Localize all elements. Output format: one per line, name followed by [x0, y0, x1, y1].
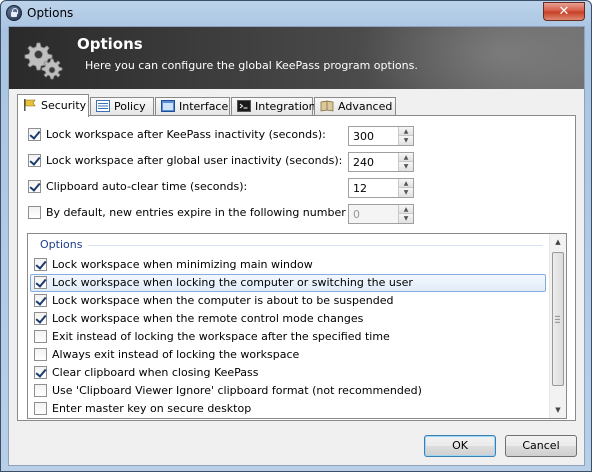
- list-item[interactable]: Lock workspace when minimizing main wind…: [30, 256, 546, 274]
- integration-console-icon: [237, 100, 251, 112]
- list-item[interactable]: Use 'Clipboard Viewer Ignore' clipboard …: [30, 382, 546, 400]
- spin-down-icon: ▼: [399, 214, 413, 223]
- scroll-down-icon[interactable]: ▼: [550, 402, 566, 418]
- item-checkbox[interactable]: [34, 258, 47, 271]
- tab-policy[interactable]: Policy: [90, 97, 154, 116]
- banner-description: Here you can configure the global KeePas…: [85, 59, 418, 72]
- expiry-days-spinner: 0 ▲ ▼: [348, 204, 414, 224]
- setting-label: Lock workspace after global user inactiv…: [46, 154, 343, 167]
- setting-label: By default, new entries expire in the fo…: [46, 206, 393, 219]
- item-checkbox[interactable]: [34, 402, 47, 415]
- list-item[interactable]: Clear clipboard when closing KeePass: [30, 364, 546, 382]
- spinner-value: 0: [353, 208, 360, 221]
- options-group-header: Options: [40, 238, 83, 251]
- spin-up-icon: ▲: [399, 205, 413, 214]
- title-bar[interactable]: Options ✕: [1, 1, 591, 26]
- gears-icon: [24, 42, 63, 80]
- grip-icon: ─ ─ ─: [555, 312, 560, 327]
- tab-security[interactable]: Security: [17, 94, 89, 117]
- group-header-divider: [88, 245, 543, 246]
- tab-advanced[interactable]: Advanced: [314, 97, 396, 116]
- list-item[interactable]: Lock workspace when the remote control m…: [30, 310, 546, 328]
- interface-window-icon: [161, 100, 175, 112]
- item-checkbox[interactable]: [34, 330, 47, 343]
- item-checkbox[interactable]: [34, 312, 47, 325]
- ok-button[interactable]: OK: [424, 435, 496, 457]
- global-inactivity-spinner[interactable]: 240 ▲ ▼: [348, 152, 414, 172]
- list-item[interactable]: Always exit instead of locking the works…: [30, 346, 546, 364]
- tab-policy-label: Policy: [114, 100, 146, 113]
- setting-checkbox[interactable]: [28, 180, 41, 193]
- item-label: Always exit instead of locking the works…: [52, 348, 300, 361]
- options-window: Options ✕ Options Here you can configure…: [0, 0, 592, 472]
- item-label: Lock workspace when minimizing main wind…: [52, 258, 313, 271]
- policy-list-icon: [96, 100, 110, 112]
- spin-up-icon[interactable]: ▲: [399, 179, 413, 188]
- setting-row[interactable]: Clipboard auto-clear time (seconds):: [28, 180, 247, 196]
- item-label: Clear clipboard when closing KeePass: [52, 366, 259, 379]
- tab-interface[interactable]: Interface: [155, 97, 230, 116]
- item-label: Use 'Clipboard Viewer Ignore' clipboard …: [52, 384, 422, 397]
- list-item[interactable]: Lock workspace when the computer is abou…: [30, 292, 546, 310]
- window-title: Options: [27, 6, 74, 20]
- spin-up-icon[interactable]: ▲: [399, 153, 413, 162]
- setting-checkbox[interactable]: [28, 154, 41, 167]
- setting-row[interactable]: Lock workspace after KeePass inactivity …: [28, 128, 326, 144]
- dialog-client: Options Here you can configure the globa…: [8, 26, 585, 466]
- spin-down-icon[interactable]: ▼: [399, 188, 413, 197]
- options-list[interactable]: Options Lock workspace when minimizing m…: [27, 233, 567, 419]
- item-label: Exit instead of locking the workspace af…: [52, 330, 390, 343]
- security-tab-panel: Lock workspace after KeePass inactivity …: [17, 115, 576, 421]
- setting-label: Clipboard auto-clear time (seconds):: [46, 180, 248, 193]
- list-item-selected[interactable]: Lock workspace when locking the computer…: [30, 274, 546, 292]
- advanced-book-icon: [320, 100, 334, 112]
- banner-decoration: [344, 27, 584, 89]
- setting-checkbox[interactable]: [28, 206, 41, 219]
- spin-down-icon[interactable]: ▼: [399, 162, 413, 171]
- security-flag-icon: [24, 99, 36, 111]
- setting-row[interactable]: By default, new entries expire in the fo…: [28, 206, 393, 222]
- close-button[interactable]: ✕: [543, 2, 585, 21]
- tab-security-label: Security: [41, 99, 87, 112]
- setting-label: Lock workspace after KeePass inactivity …: [46, 128, 326, 141]
- item-label: Lock workspace when the remote control m…: [52, 312, 364, 325]
- options-banner: Options Here you can configure the globa…: [9, 27, 584, 89]
- scroll-thumb[interactable]: ─ ─ ─: [552, 252, 564, 386]
- scroll-up-icon[interactable]: ▲: [550, 234, 566, 250]
- tab-integration-label: Integration: [255, 100, 316, 113]
- spinner-value: 12: [353, 182, 367, 195]
- item-label: Enter master key on secure desktop: [52, 402, 252, 415]
- options-list-scrollbar[interactable]: ▲ ─ ─ ─ ▼: [549, 234, 566, 418]
- item-checkbox[interactable]: [34, 276, 47, 289]
- tab-integration[interactable]: Integration: [231, 97, 316, 116]
- cancel-button[interactable]: Cancel: [505, 435, 577, 457]
- banner-title: Options: [77, 35, 143, 53]
- list-item[interactable]: Exit instead of locking the workspace af…: [30, 328, 546, 346]
- tab-advanced-label: Advanced: [338, 100, 393, 113]
- spin-up-icon[interactable]: ▲: [399, 127, 413, 136]
- item-label: Lock workspace when locking the computer…: [52, 276, 413, 289]
- item-checkbox[interactable]: [34, 384, 47, 397]
- setting-row[interactable]: Lock workspace after global user inactiv…: [28, 154, 342, 170]
- item-label: Lock workspace when the computer is abou…: [52, 294, 394, 307]
- spinner-value: 300: [353, 130, 374, 143]
- item-checkbox[interactable]: [34, 348, 47, 361]
- item-checkbox[interactable]: [34, 366, 47, 379]
- clipboard-clear-spinner[interactable]: 12 ▲ ▼: [348, 178, 414, 198]
- item-checkbox[interactable]: [34, 294, 47, 307]
- list-item[interactable]: Enter master key on secure desktop: [30, 400, 546, 418]
- keepass-lock-icon: [6, 5, 22, 21]
- spinner-value: 240: [353, 156, 374, 169]
- tab-interface-label: Interface: [179, 100, 229, 113]
- inactivity-spinner[interactable]: 300 ▲ ▼: [348, 126, 414, 146]
- spin-down-icon[interactable]: ▼: [399, 136, 413, 145]
- setting-checkbox[interactable]: [28, 128, 41, 141]
